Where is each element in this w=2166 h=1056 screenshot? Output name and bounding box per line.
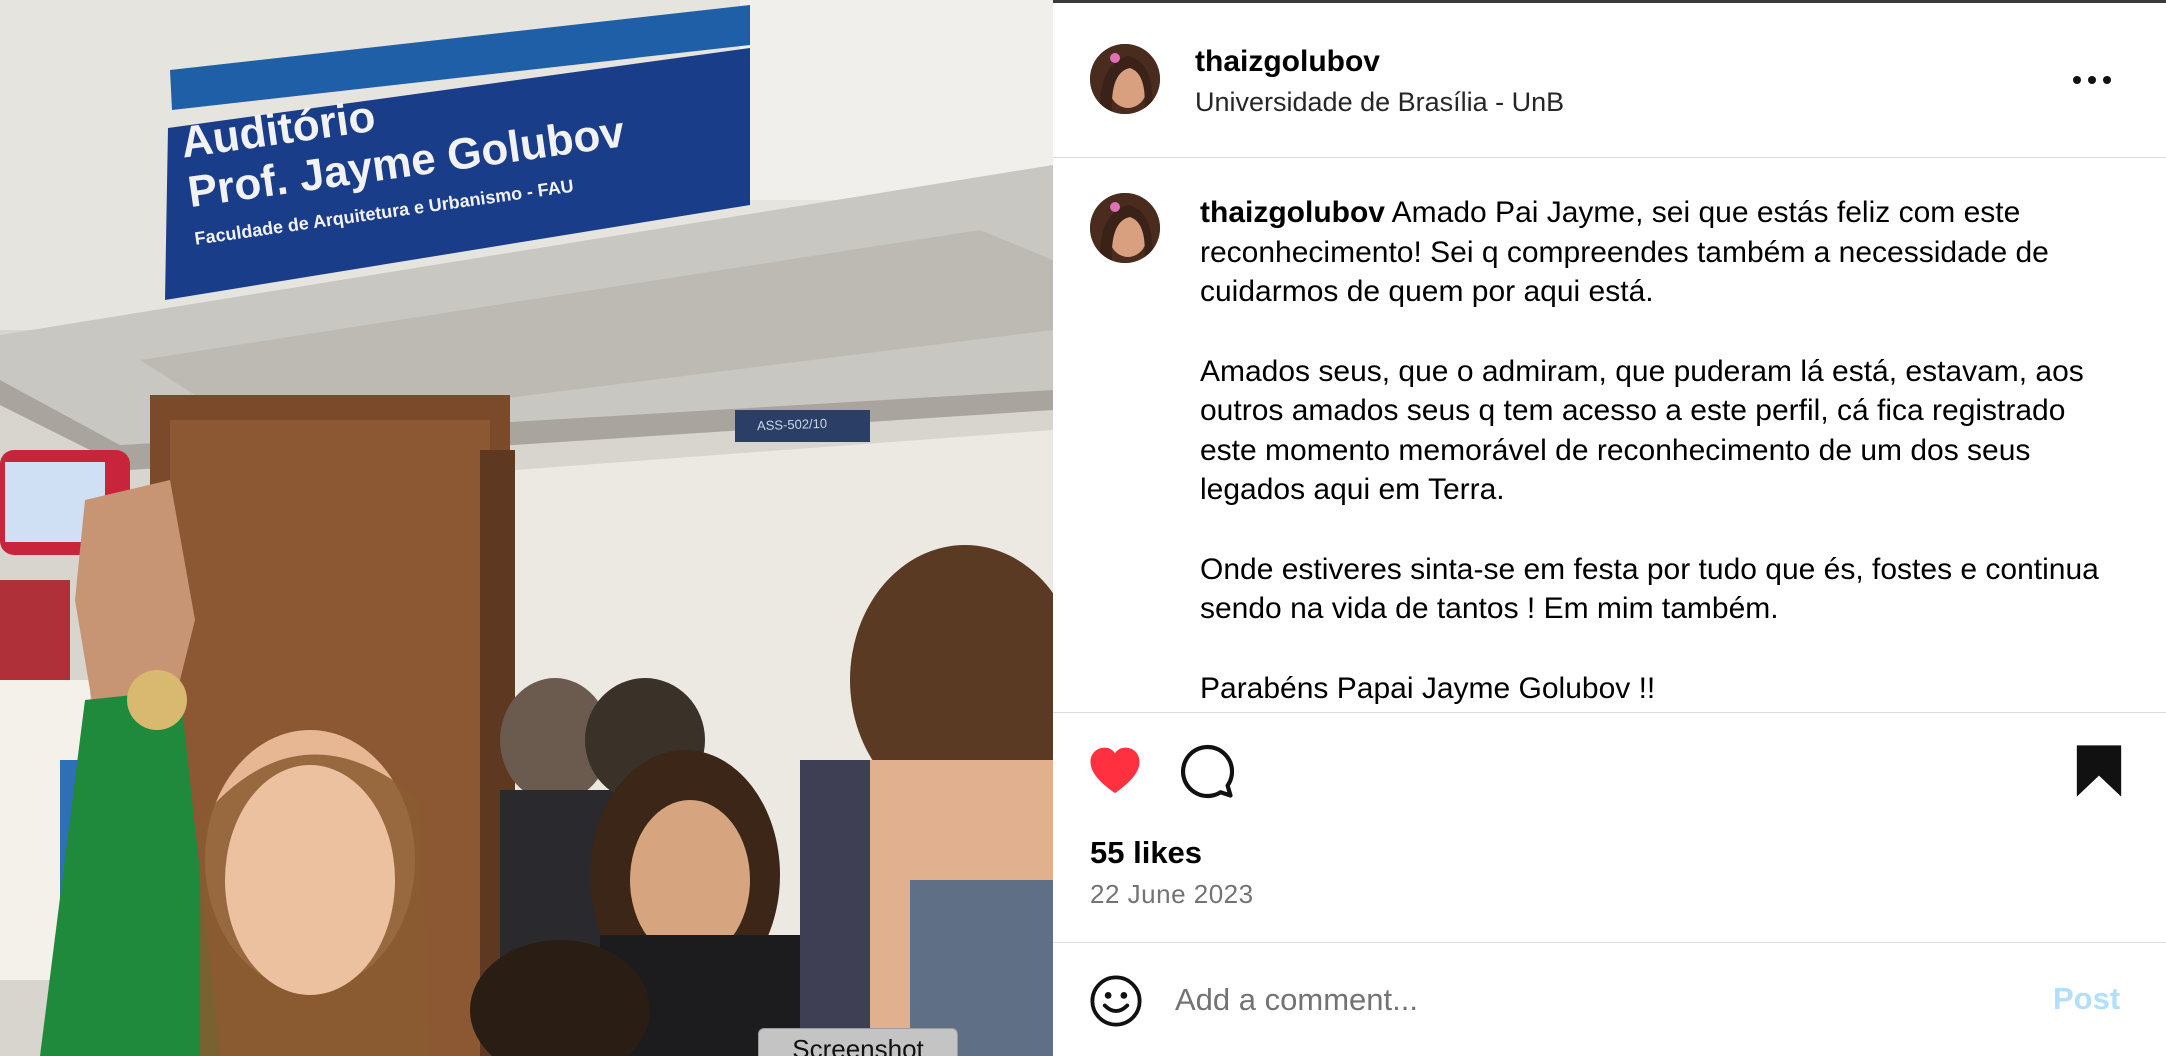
post-photo[interactable]: Auditório Prof. Jayme Golubov Faculdade … xyxy=(0,0,1053,1056)
comment-icon[interactable] xyxy=(1178,743,1234,799)
caption-text: thaizgolubov Amado Pai Jayme, sei que es… xyxy=(1200,193,2100,712)
post-date[interactable]: 22 June 2023 xyxy=(1090,879,1254,910)
header-location[interactable]: Universidade de Brasília - UnB xyxy=(1195,87,1564,118)
bookmark-icon[interactable] xyxy=(2073,743,2125,799)
likes-count[interactable]: 55 likes xyxy=(1090,835,1202,871)
emoji-icon[interactable] xyxy=(1089,974,1143,1028)
avatar[interactable] xyxy=(1090,44,1160,114)
caption-paragraph-2: Amados seus, que o admiram, que puderam … xyxy=(1200,354,2084,507)
caption-paragraph-4: Parabéns Papai Jayme Golubov !! xyxy=(1200,671,1656,705)
avatar-image xyxy=(1090,193,1160,263)
heart-icon[interactable] xyxy=(1087,743,1143,799)
caption-paragraph-3: Onde estiveres sinta-se em festa por tud… xyxy=(1200,552,2099,626)
door-plate-text: ASS-502/10 xyxy=(756,415,828,434)
avatar-image xyxy=(1090,44,1160,114)
comment-input[interactable] xyxy=(1175,971,1955,1029)
caption-avatar[interactable] xyxy=(1090,193,1160,263)
caption-username[interactable]: thaizgolubov xyxy=(1200,196,1385,229)
post-header: thaizgolubov Universidade de Brasília - … xyxy=(1053,3,2166,158)
screenshot-tab[interactable]: Screenshot xyxy=(758,1028,958,1056)
post-button[interactable]: Post xyxy=(2053,981,2120,1017)
post-actions: 55 likes 22 June 2023 xyxy=(1053,712,2166,942)
caption-paragraph: thaizgolubov Amado Pai Jayme, sei que es… xyxy=(1200,193,2100,312)
header-username[interactable]: thaizgolubov xyxy=(1195,45,1380,79)
post-panel: thaizgolubov Universidade de Brasília - … xyxy=(1053,0,2166,1056)
caption-area: thaizgolubov Amado Pai Jayme, sei que es… xyxy=(1053,159,2166,712)
comment-bar: Post xyxy=(1053,942,2166,1056)
more-horizontal-icon[interactable] xyxy=(2073,65,2127,95)
